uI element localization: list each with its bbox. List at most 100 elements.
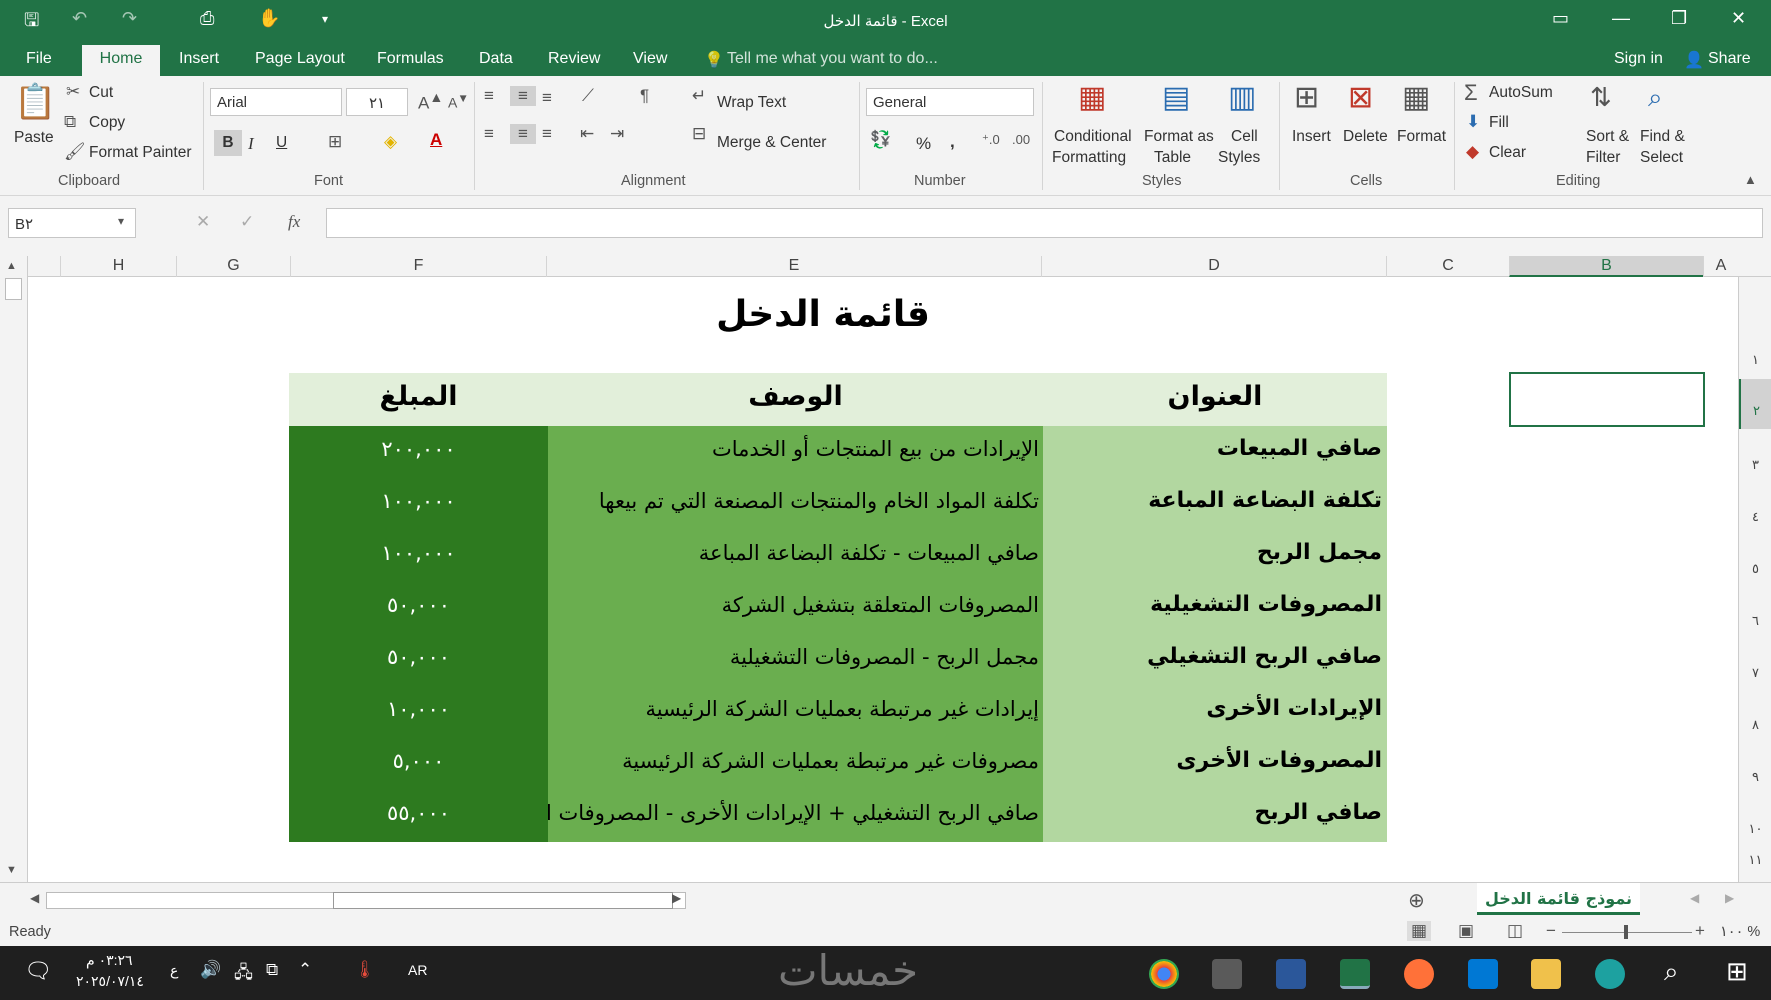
row-header[interactable]: ٤ bbox=[1739, 509, 1771, 525]
align-right-icon[interactable]: ≡ bbox=[542, 124, 552, 144]
horizontal-scroll-thumb[interactable] bbox=[333, 892, 673, 909]
increase-indent-icon[interactable]: ⇥ bbox=[610, 124, 624, 144]
description-cell[interactable]: تكلفة المواد الخام والمنتجات المصنعة الت… bbox=[548, 478, 1043, 530]
description-cell[interactable]: صافي المبيعات - تكلفة البضاعة المباعة bbox=[548, 530, 1043, 582]
borders-icon[interactable]: ⊞ bbox=[328, 132, 342, 152]
text-direction-icon[interactable]: ¶ bbox=[640, 86, 649, 106]
scroll-down-icon[interactable]: ▼ bbox=[6, 864, 17, 876]
decrease-indent-icon[interactable]: ⇤ bbox=[580, 124, 594, 144]
name-box-dropdown-icon[interactable]: ▾ bbox=[118, 214, 124, 228]
column-header-c[interactable]: C bbox=[1386, 256, 1509, 277]
tab-insert[interactable]: Insert bbox=[179, 50, 219, 68]
row-header-selected[interactable]: ٢ bbox=[1739, 379, 1771, 429]
word-icon[interactable] bbox=[1276, 959, 1306, 989]
scroll-up-icon[interactable]: ▲ bbox=[6, 260, 17, 272]
cut-button[interactable]: Cut bbox=[89, 84, 113, 102]
amount-cell[interactable]: ١٠٠,٠٠٠ bbox=[289, 530, 548, 582]
fill-button[interactable]: Fill bbox=[1489, 114, 1509, 132]
title-cell[interactable]: مجمل الربح bbox=[1043, 530, 1387, 582]
font-name-select[interactable]: Arial bbox=[210, 88, 342, 116]
sheet-tab[interactable]: نموذج قائمة الدخل bbox=[1477, 883, 1640, 915]
close-icon[interactable]: ✕ bbox=[1731, 8, 1746, 29]
tablet-icon[interactable]: ⧉ bbox=[266, 960, 278, 980]
name-box[interactable]: B٢ bbox=[8, 208, 136, 238]
store-icon[interactable] bbox=[1468, 959, 1498, 989]
scroll-left-icon[interactable]: ◀ bbox=[30, 891, 39, 905]
vertical-scrollbar[interactable]: ▲ ▼ bbox=[0, 256, 28, 882]
excel-icon[interactable] bbox=[1340, 959, 1370, 989]
amount-cell[interactable]: ١٠,٠٠٠ bbox=[289, 686, 548, 738]
tab-page-layout[interactable]: Page Layout bbox=[255, 50, 345, 68]
firefox-icon[interactable] bbox=[1404, 959, 1434, 989]
scroll-thumb[interactable] bbox=[5, 278, 22, 300]
language-indicator[interactable]: AR bbox=[408, 962, 427, 978]
increase-decimal-icon[interactable]: ⁺.0 bbox=[982, 132, 1000, 148]
column-header-h[interactable]: H bbox=[60, 256, 176, 277]
align-middle-icon[interactable]: ≡ bbox=[510, 86, 536, 106]
file-explorer-icon[interactable] bbox=[1531, 959, 1561, 989]
cancel-icon[interactable]: ✕ bbox=[196, 212, 210, 232]
sort-filter-label-2[interactable]: Filter bbox=[1586, 149, 1620, 167]
title-cell[interactable]: صافي الربح bbox=[1043, 790, 1387, 842]
sign-in-link[interactable]: Sign in bbox=[1614, 50, 1663, 68]
insert-cells-button[interactable]: Insert bbox=[1292, 128, 1331, 146]
restore-icon[interactable]: ❐ bbox=[1671, 8, 1687, 29]
title-cell[interactable]: صافي الربح التشغيلي bbox=[1043, 634, 1387, 686]
weather-icon[interactable]: 🌡 bbox=[354, 960, 376, 980]
ribbon-display-icon[interactable]: ▭ bbox=[1552, 8, 1569, 29]
notification-icon[interactable]: 🗨 bbox=[24, 958, 52, 984]
worksheet-grid[interactable]: قائمة الدخل المبلغ الوصف العنوان ٢٠٠,٠٠٠… bbox=[28, 277, 1738, 882]
comma-button[interactable]: , bbox=[950, 132, 955, 152]
formula-input[interactable] bbox=[326, 208, 1763, 238]
title-cell[interactable]: المصروفات التشغيلية bbox=[1043, 582, 1387, 634]
description-cell[interactable]: مصروفات غير مرتبطة بعمليات الشركة الرئيس… bbox=[548, 738, 1043, 790]
description-cell[interactable]: مجمل الربح - المصروفات التشغيلية bbox=[548, 634, 1043, 686]
new-sheet-icon[interactable]: ⊕ bbox=[1408, 888, 1425, 913]
format-as-table-label-2[interactable]: Table bbox=[1154, 149, 1191, 167]
tab-home[interactable]: Home bbox=[82, 45, 160, 76]
wrap-text-button[interactable]: Wrap Text bbox=[717, 94, 786, 112]
increase-font-icon[interactable]: A▲ bbox=[418, 90, 443, 114]
title-cell[interactable]: المصروفات الأخرى bbox=[1043, 738, 1387, 790]
clear-button[interactable]: Clear bbox=[1489, 144, 1526, 162]
title-cell[interactable]: الإيرادات الأخرى bbox=[1043, 686, 1387, 738]
find-select-label-1[interactable]: Find & bbox=[1640, 128, 1685, 146]
autosum-button[interactable]: AutoSum bbox=[1489, 84, 1553, 102]
zoom-level[interactable]: ١٠٠ % bbox=[1720, 924, 1760, 940]
row-header[interactable]: ٨ bbox=[1739, 717, 1771, 733]
column-header-e[interactable]: E bbox=[546, 256, 1041, 277]
italic-button[interactable]: I bbox=[248, 134, 254, 154]
row-header[interactable]: ١١ bbox=[1739, 852, 1771, 868]
search-icon[interactable]: ⌕ bbox=[1664, 956, 1679, 988]
align-left-icon[interactable]: ≡ bbox=[484, 124, 494, 144]
row-header[interactable]: ١ bbox=[1739, 352, 1771, 368]
page-break-view-icon[interactable]: ◫ bbox=[1507, 921, 1523, 941]
row-header[interactable]: ٩ bbox=[1739, 769, 1771, 785]
column-header-b[interactable]: B bbox=[1509, 256, 1703, 277]
copy-button[interactable]: Copy bbox=[89, 114, 125, 132]
tell-me-input[interactable]: Tell me what you want to do... bbox=[727, 50, 938, 68]
amount-cell[interactable]: ١٠٠,٠٠٠ bbox=[289, 478, 548, 530]
amount-cell[interactable]: ٥,٠٠٠ bbox=[289, 738, 548, 790]
description-cell[interactable]: الإيرادات من بيع المنتجات أو الخدمات bbox=[548, 426, 1043, 478]
align-bottom-icon[interactable]: ≡ bbox=[542, 88, 552, 108]
clock-date[interactable]: ٢٠٢٥/٠٧/١٤ bbox=[76, 973, 144, 990]
decrease-font-icon[interactable]: A▼ bbox=[448, 92, 469, 111]
percent-button[interactable]: % bbox=[916, 134, 931, 154]
share-button[interactable]: Share bbox=[1708, 50, 1751, 68]
tab-file[interactable]: File bbox=[26, 50, 52, 68]
network-icon[interactable]: 🖧 bbox=[234, 960, 253, 989]
decrease-decimal-icon[interactable]: .00 bbox=[1012, 132, 1030, 147]
tab-data[interactable]: Data bbox=[479, 50, 513, 68]
description-cell[interactable]: المصروفات المتعلقة بتشغيل الشركة bbox=[548, 582, 1043, 634]
format-painter-button[interactable]: Format Painter bbox=[89, 144, 192, 162]
bold-button[interactable]: B bbox=[214, 130, 242, 156]
row-header[interactable]: ٦ bbox=[1739, 613, 1771, 629]
tab-formulas[interactable]: Formulas bbox=[377, 50, 444, 68]
scroll-right-icon[interactable]: ▶ bbox=[672, 891, 681, 905]
amount-cell[interactable]: ٥٥,٠٠٠ bbox=[289, 790, 548, 842]
title-cell[interactable]: تكلفة البضاعة المباعة bbox=[1043, 478, 1387, 530]
row-header[interactable]: ٥ bbox=[1739, 561, 1771, 577]
insert-function-button[interactable]: fx bbox=[288, 212, 300, 232]
find-select-label-2[interactable]: Select bbox=[1640, 149, 1683, 167]
